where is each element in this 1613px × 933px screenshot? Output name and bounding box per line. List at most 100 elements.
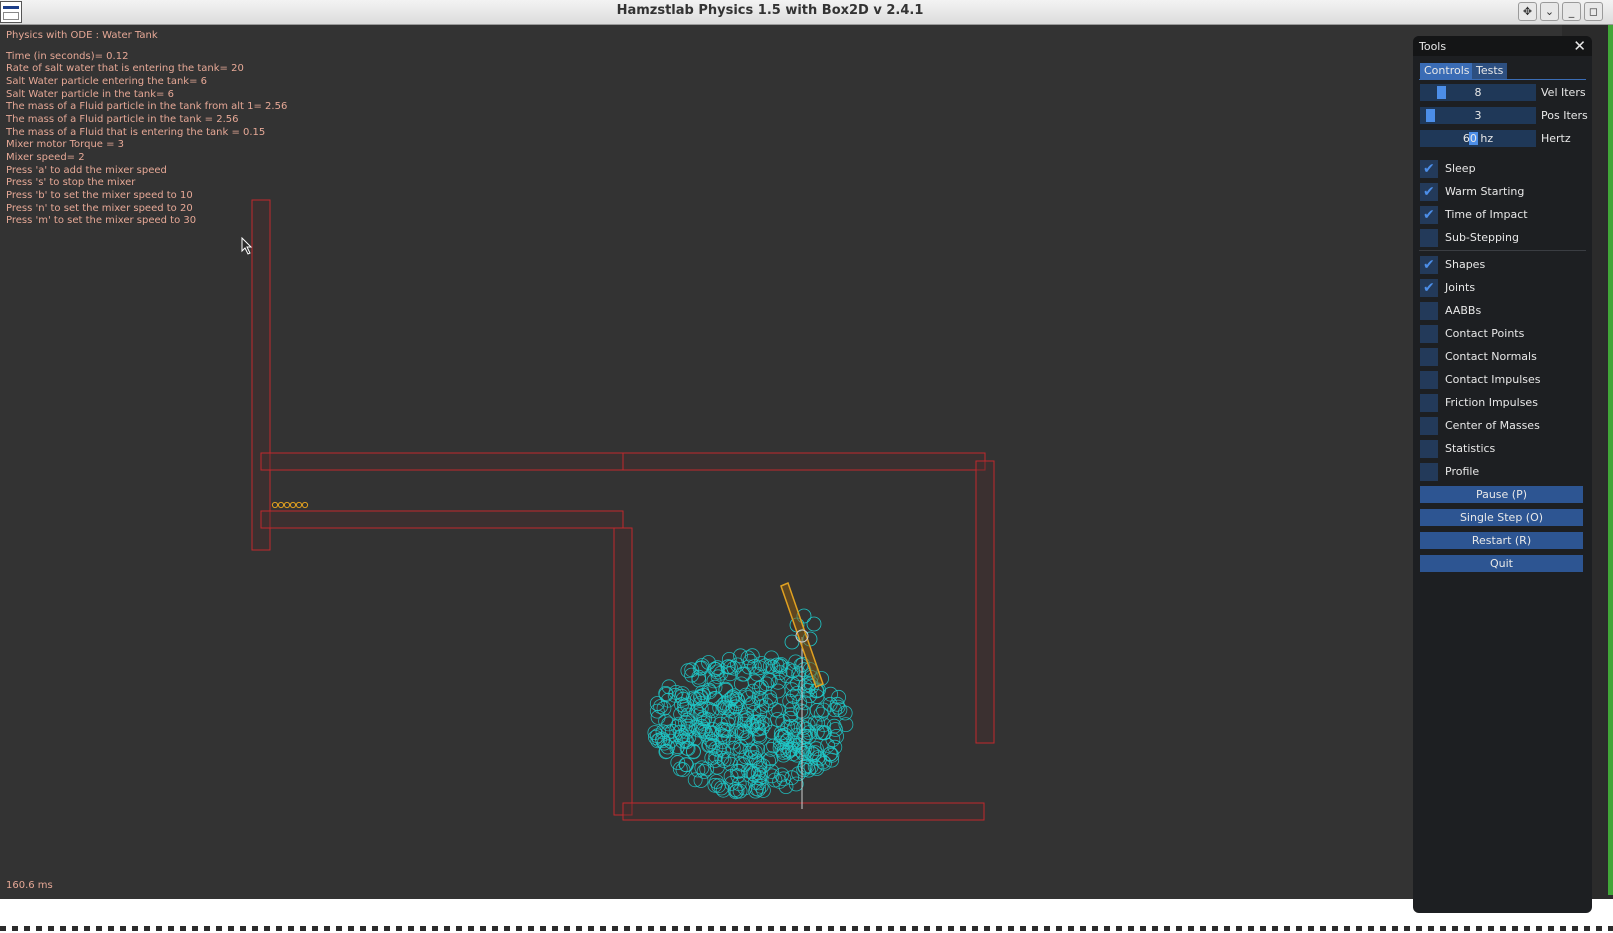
- checkbox-box[interactable]: [1420, 394, 1438, 412]
- check-icon: ✔: [1423, 257, 1435, 273]
- tank-wall: [251, 199, 271, 551]
- window-titlebar: Hamzstlab Physics 1.5 with Box2D v 2.4.1…: [0, 0, 1613, 25]
- maximize-icon[interactable]: ◻: [1584, 2, 1603, 21]
- inlet-particle: [271, 501, 279, 509]
- checkbox-label: Contact Normals: [1445, 350, 1537, 363]
- inlet-particle: [295, 501, 303, 509]
- inlet-particle: [289, 501, 297, 509]
- move-icon[interactable]: ✥: [1518, 2, 1537, 21]
- tank-walls: [251, 199, 995, 821]
- tank-wall: [975, 460, 995, 744]
- checkbox-box[interactable]: ✔: [1420, 206, 1438, 224]
- desktop-edge: [1608, 25, 1613, 895]
- fluid-particle: [806, 616, 822, 632]
- minimize-icon[interactable]: _: [1562, 2, 1581, 21]
- checkbox-label: Sleep: [1445, 162, 1476, 175]
- scene-title: Physics with ODE : Water Tank: [6, 30, 158, 41]
- restart-button[interactable]: Restart (R): [1420, 532, 1583, 549]
- single-step-button[interactable]: Single Step (O): [1420, 509, 1583, 526]
- checkbox-label: Warm Starting: [1445, 185, 1525, 198]
- quit-button[interactable]: Quit: [1420, 555, 1583, 572]
- fluid-particle: [710, 669, 726, 685]
- checkbox-box[interactable]: [1420, 348, 1438, 366]
- tank-wall: [613, 527, 633, 816]
- info-line: Press 'a' to add the mixer speed: [6, 164, 167, 176]
- check-icon: ✔: [1423, 184, 1435, 200]
- info-line: Press 'b' to set the mixer speed to 10: [6, 189, 193, 201]
- pos-iters-slider[interactable]: 3: [1420, 107, 1536, 124]
- tank-wall: [622, 802, 985, 821]
- info-line: The mass of a Fluid particle in the tank…: [6, 101, 288, 113]
- slider-value: 60 hz: [1462, 132, 1494, 145]
- info-line: Time (in seconds)= 0.12: [6, 50, 129, 62]
- checkbox-label: Profile: [1445, 465, 1480, 478]
- tab-tests[interactable]: Tests: [1472, 63, 1508, 79]
- tab-controls[interactable]: Controls: [1420, 63, 1474, 79]
- fluid-particle: [752, 756, 767, 772]
- divider: [1419, 250, 1586, 251]
- frame-time: 160.6 ms: [6, 880, 53, 891]
- inlet-particle: [301, 501, 309, 509]
- checkbox-label: Contact Points: [1445, 327, 1525, 340]
- checkbox-label: Contact Impulses: [1445, 373, 1541, 386]
- slider-value: 3: [1474, 109, 1482, 122]
- checkbox-box[interactable]: [1420, 417, 1438, 435]
- checkbox-box[interactable]: ✔: [1420, 256, 1438, 274]
- info-line: The mass of a Fluid that is entering the…: [6, 126, 266, 138]
- fluid-particle: [784, 634, 800, 650]
- fluid-particle: [699, 761, 715, 777]
- check-icon: ✔: [1423, 161, 1435, 177]
- info-panel: Physics with ODE : Water Tank Time (in s…: [6, 30, 287, 228]
- tools-header: Tools ✕: [1413, 36, 1592, 56]
- checkbox-label: AABBs: [1445, 304, 1482, 317]
- inlet-particle: [277, 501, 285, 509]
- fluid-particle: [709, 774, 724, 789]
- vel-iters-slider[interactable]: 8: [1420, 84, 1536, 101]
- info-line: Press 'n' to set the mixer speed to 20: [6, 202, 193, 214]
- fluid-particle: [776, 771, 791, 787]
- slider-value: 8: [1474, 86, 1482, 99]
- checkbox-box[interactable]: [1420, 302, 1438, 320]
- info-line: Mixer speed= 2: [6, 151, 85, 163]
- window-title: Hamzstlab Physics 1.5 with Box2D v 2.4.1: [616, 3, 924, 18]
- checkbox-box[interactable]: ✔: [1420, 160, 1438, 178]
- fluid-particles: [647, 608, 854, 800]
- info-line: Salt Water particle in the tank= 6: [6, 88, 174, 100]
- close-icon[interactable]: ✕: [1573, 37, 1586, 55]
- tools-panel: Tools ✕ Controls Tests 8 Vel Iters 3 Pos…: [1413, 36, 1592, 913]
- fluid-particle: [788, 654, 804, 670]
- checkbox-box[interactable]: [1420, 371, 1438, 389]
- checkbox-label: Statistics: [1445, 442, 1496, 455]
- info-line: Salt Water particle entering the tank= 6: [6, 75, 207, 87]
- fluid-particle: [809, 703, 825, 718]
- checkbox-label: Sub-Stepping: [1445, 231, 1519, 244]
- checkbox-box[interactable]: ✔: [1420, 279, 1438, 297]
- checkbox-box[interactable]: [1420, 325, 1438, 343]
- info-line: Press 'm' to set the mixer speed to 30: [6, 215, 197, 227]
- hertz-slider[interactable]: 60 hz: [1420, 130, 1536, 147]
- checkbox-box[interactable]: [1420, 229, 1438, 247]
- checkbox-box[interactable]: [1420, 463, 1438, 481]
- mouse-cursor-icon: [241, 237, 253, 255]
- checkbox-box[interactable]: [1420, 440, 1438, 458]
- tank-wall: [622, 452, 986, 471]
- chevron-down-icon[interactable]: ⌄: [1540, 2, 1559, 21]
- fluid-particle: [679, 757, 694, 773]
- simulation-viewport[interactable]: Physics with ODE : Water Tank Time (in s…: [0, 25, 1562, 899]
- check-icon: ✔: [1423, 280, 1435, 296]
- tank-wall: [260, 510, 624, 529]
- checkbox-label: Center of Masses: [1445, 419, 1540, 432]
- checkbox-label: Shapes: [1445, 258, 1486, 271]
- slider-label: Pos Iters: [1541, 109, 1588, 122]
- checkbox-label: Joints: [1445, 281, 1476, 294]
- slider-label: Vel Iters: [1541, 86, 1586, 99]
- info-line: Press 's' to stop the mixer: [6, 177, 136, 189]
- pause-button[interactable]: Pause (P): [1420, 486, 1583, 503]
- checkbox-box[interactable]: ✔: [1420, 183, 1438, 201]
- info-line: The mass of a Fluid particle in the tank…: [6, 113, 239, 125]
- check-icon: ✔: [1423, 207, 1435, 223]
- fluid-particle: [788, 776, 804, 792]
- fluid-particle: [691, 669, 707, 685]
- info-line: Rate of salt water that is entering the …: [6, 63, 244, 75]
- checkbox-label: Time of Impact: [1445, 208, 1528, 221]
